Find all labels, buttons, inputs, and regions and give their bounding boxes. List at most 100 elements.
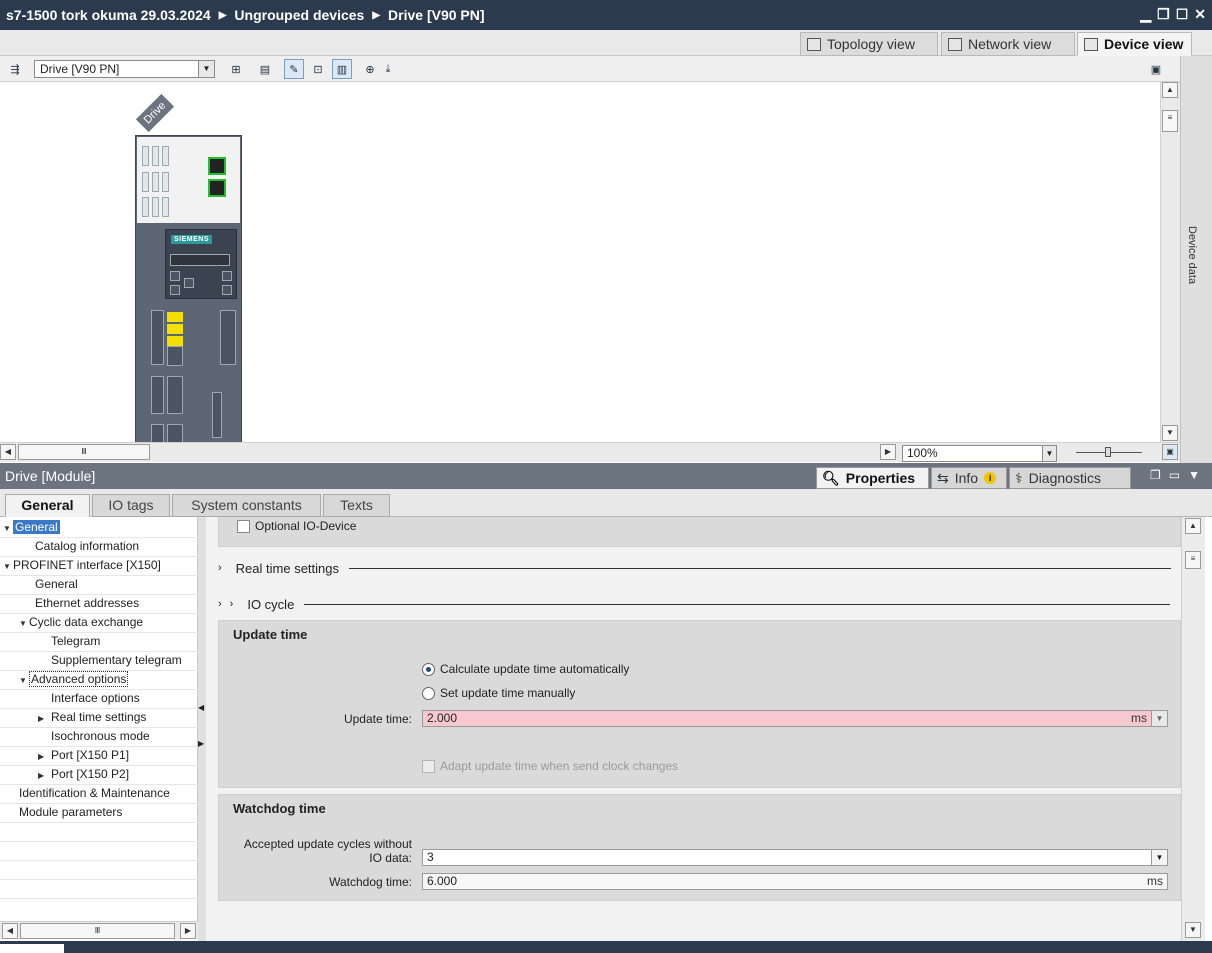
device-canvas[interactable]: Drive SIEMENS — [0, 82, 1160, 442]
zoom-select[interactable]: 100% ▼ — [902, 445, 1057, 462]
layout-icon[interactable]: ⊞ — [226, 59, 246, 79]
tree-item-catalog-information[interactable]: Catalog information — [35, 537, 139, 556]
tree-item-interface-options[interactable]: Interface options — [51, 689, 140, 708]
subtab-general[interactable]: General — [5, 494, 90, 517]
tree-item-port-x150-p2[interactable]: ▶ Port [X150 P2] — [35, 765, 129, 784]
chevron-down-icon[interactable]: ▼ — [1151, 850, 1167, 865]
ethernet-port-p2[interactable] — [208, 179, 226, 197]
tree-item-supplementary-telegram[interactable]: Supplementary telegram — [51, 651, 182, 670]
tab-info[interactable]: ⇆ Info i — [931, 467, 1007, 489]
scroll-down-icon[interactable]: ▼ — [1162, 425, 1178, 441]
expanded-arrow-icon[interactable]: ▼ — [19, 614, 29, 633]
tab-network-view[interactable]: Network view — [941, 32, 1075, 56]
display-screen — [170, 254, 230, 266]
radio-button[interactable] — [422, 662, 435, 676]
canvas-vertical-scrollbar[interactable]: ▲ ≡ ▼ — [1160, 82, 1180, 442]
radio-manual-update[interactable]: Set update time manually — [422, 686, 575, 700]
tree-item-general[interactable]: ▼ General — [3, 518, 60, 537]
ethernet-port-p1[interactable] — [208, 157, 226, 175]
collapse-left-icon[interactable]: ◀ — [198, 703, 204, 712]
close-icon[interactable]: ✕ — [1194, 6, 1206, 23]
restore-icon[interactable]: ❐ — [1157, 6, 1170, 23]
subtab-texts[interactable]: Texts — [323, 494, 390, 517]
radio-button[interactable] — [422, 686, 435, 700]
section-real-time-settings[interactable]: › Real time settings — [218, 558, 1181, 578]
tree-item-advanced-options[interactable]: ▼ Advanced options — [19, 670, 129, 690]
tree-item-isochronous-mode[interactable]: Isochronous mode — [51, 727, 150, 746]
download-icon[interactable]: ⤓ — [378, 59, 398, 79]
zoom-slider-thumb[interactable] — [1105, 447, 1111, 457]
float-icon[interactable]: ❐ — [1150, 468, 1161, 482]
section-io-cycle[interactable]: › › IO cycle — [218, 594, 1181, 614]
chevron-down-icon[interactable]: ▼ — [198, 61, 214, 77]
tree-item-real-time-settings[interactable]: ▶ Real time settings — [35, 708, 146, 727]
update-time-field[interactable]: 2.000 ms ▼ — [422, 710, 1168, 727]
tab-properties[interactable]: 🔍︎ Properties — [816, 467, 929, 489]
content-vertical-scrollbar[interactable]: ▲ ≡ ▼ — [1181, 517, 1205, 941]
collapse-icon[interactable]: ▼ — [1188, 468, 1200, 482]
tree-item-profinet-interface[interactable]: ▼ PROFINET interface [X150] — [3, 556, 161, 575]
checkbox[interactable] — [237, 519, 250, 533]
tab-device-view[interactable]: Device view — [1077, 32, 1192, 56]
tree-item-module-parameters[interactable]: Module parameters — [19, 803, 122, 822]
accepted-cycles-select[interactable]: 3 ▼ — [422, 849, 1168, 866]
minimize-panel-icon[interactable]: ▭ — [1169, 468, 1180, 482]
table-icon[interactable]: ▥ — [332, 59, 352, 79]
tree-item-cyclic-data-exchange[interactable]: ▼ Cyclic data exchange — [19, 613, 143, 632]
breadcrumb-project[interactable]: s7-1500 tork okuma 29.03.2024 — [6, 7, 211, 23]
scroll-right-icon[interactable]: ▶ — [180, 923, 196, 939]
scroll-up-icon[interactable]: ▲ — [1162, 82, 1178, 98]
device-overview-icon[interactable]: ⇶ — [5, 59, 25, 79]
tree-item-ethernet-addresses[interactable]: Ethernet addresses — [35, 594, 139, 613]
tree-item-telegram[interactable]: Telegram — [51, 632, 100, 651]
breadcrumb-device[interactable]: Drive [V90 PN] — [388, 7, 484, 23]
tab-label: Network view — [968, 36, 1052, 52]
collapsed-arrow-icon[interactable]: ▶ — [35, 747, 51, 766]
zoom-icon[interactable]: ⊕ — [360, 59, 380, 79]
tree-item-port-x150-p1[interactable]: ▶ Port [X150 P1] — [35, 746, 129, 765]
expanded-arrow-icon[interactable]: ▼ — [3, 557, 13, 576]
chevron-down-icon[interactable]: ▼ — [1042, 446, 1056, 461]
expanded-arrow-icon[interactable]: ▼ — [3, 519, 13, 538]
collapsed-arrow-icon[interactable]: ▶ — [35, 709, 51, 728]
panel-splitter[interactable]: ◀ ▶ — [198, 517, 206, 941]
radio-auto-update[interactable]: Calculate update time automatically — [422, 662, 629, 676]
breadcrumb-ungrouped[interactable]: Ungrouped devices — [234, 7, 364, 23]
tab-label: Topology view — [827, 36, 915, 52]
expanded-arrow-icon[interactable]: ▼ — [19, 671, 29, 690]
collapsed-arrow-icon[interactable]: ▶ — [35, 766, 51, 785]
portal-view-tab[interactable] — [0, 944, 64, 953]
scroll-down-icon[interactable]: ▼ — [1185, 922, 1201, 938]
device-data-label[interactable]: Device data — [1186, 226, 1198, 284]
edit-view-icon[interactable]: ✎ — [284, 59, 304, 79]
subtab-io-tags[interactable]: IO tags — [92, 494, 170, 517]
scroll-right-icon[interactable]: ▶ — [880, 444, 896, 460]
device-data-panel[interactable]: Device data — [1180, 56, 1212, 463]
drive-tag[interactable]: Drive — [135, 93, 175, 133]
h-scroll-thumb[interactable]: Ⅲ — [18, 444, 150, 460]
tree-item-general-sub[interactable]: General — [35, 575, 78, 594]
scroll-left-icon[interactable]: ◀ — [0, 444, 16, 460]
chevron-down-icon[interactable]: ▼ — [1151, 711, 1167, 726]
panel-toggle-icon[interactable]: ▣ — [1146, 59, 1166, 79]
h-scroll-thumb[interactable]: Ⅲ — [20, 923, 175, 939]
tab-diagnostics[interactable]: ⚕ Diagnostics — [1009, 467, 1131, 489]
grid-icon[interactable]: ⊡ — [308, 59, 328, 79]
name-tag-icon[interactable]: ▤ — [255, 59, 275, 79]
scroll-thumb[interactable]: ≡ — [1185, 551, 1201, 569]
tree-horizontal-scrollbar[interactable]: ◀ Ⅲ ▶ — [0, 921, 198, 939]
overview-navigation-icon[interactable]: ▣ — [1162, 444, 1178, 460]
maximize-icon[interactable]: ☐ — [1176, 6, 1189, 23]
scroll-up-icon[interactable]: ▲ — [1185, 518, 1201, 534]
watchdog-group: Watchdog time Accepted update cycles wit… — [218, 794, 1181, 901]
device-selector[interactable]: Drive [V90 PN] ▼ — [34, 60, 215, 78]
tab-topology-view[interactable]: Topology view — [800, 32, 938, 56]
scroll-left-icon[interactable]: ◀ — [2, 923, 18, 939]
tree-item-identification-maintenance[interactable]: Identification & Maintenance — [19, 784, 170, 803]
inspector-window-controls: ❐ ▭ ▼ — [1150, 468, 1200, 482]
subtab-system-constants[interactable]: System constants — [172, 494, 321, 517]
expand-right-icon[interactable]: ▶ — [198, 739, 204, 748]
scroll-thumb[interactable]: ≡ — [1162, 110, 1178, 132]
optional-io-device-checkbox[interactable]: Optional IO-Device — [237, 519, 356, 533]
minimize-icon[interactable]: ▁ — [1140, 6, 1151, 23]
